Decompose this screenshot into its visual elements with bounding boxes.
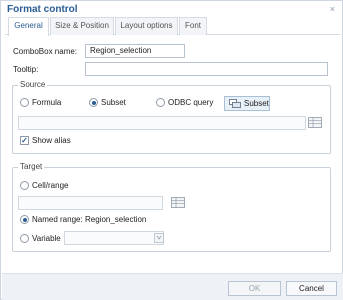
formula-label: Formula [32,98,62,107]
format-control-dialog: Format control × General Size & Position… [0,0,343,300]
variable-input[interactable] [64,231,164,245]
variable-picker-icon[interactable] [154,233,164,243]
odbc-query-radio[interactable] [156,98,165,107]
variable-radio[interactable] [20,234,29,243]
named-range-label: Named range: [32,215,83,224]
odbc-query-label: ODBC query [168,98,214,107]
tab-general[interactable]: General [8,17,49,36]
named-range-value: Region_selection [85,215,147,224]
tooltip-input[interactable] [85,62,328,76]
variable-label: Variable [32,234,61,243]
source-range-input[interactable] [18,116,306,130]
cell-range-radio[interactable] [20,181,29,190]
show-alias-checkbox[interactable]: ✓ [20,136,29,145]
dialog-title: Format control [7,4,78,15]
formula-radio[interactable] [20,98,29,107]
subset-button-label: Subset [244,99,269,108]
dialog-titlebar: Format control × [1,1,342,17]
tab-size-position[interactable]: Size & Position [50,17,114,35]
range-picker-icon[interactable] [171,197,185,208]
tooltip-label: Tooltip: [13,65,39,74]
combobox-name-input[interactable]: Region_selection [85,44,185,58]
tab-font[interactable]: Font [179,17,207,35]
tab-layout-options[interactable]: Layout options [115,17,178,35]
subset-radio[interactable] [89,98,98,107]
source-legend: Source [18,80,48,89]
subset-icon [229,99,241,108]
ok-button[interactable]: OK [228,281,281,296]
close-icon[interactable]: × [330,4,335,14]
cell-range-label: Cell/range [32,181,69,190]
target-legend: Target [18,162,45,171]
show-alias-label: Show alias [32,136,71,145]
subset-label: Subset [101,98,126,107]
combobox-name-label: ComboBox name: [13,47,78,56]
range-picker-icon[interactable] [308,117,322,128]
tab-bar: General Size & Position Layout options F… [5,17,340,36]
named-range-radio[interactable] [20,215,29,224]
cancel-button[interactable]: Cancel [286,281,337,296]
subset-button[interactable]: Subset [224,96,270,111]
dialog-footer: OK Cancel [2,273,343,300]
cell-range-input[interactable] [18,196,163,210]
